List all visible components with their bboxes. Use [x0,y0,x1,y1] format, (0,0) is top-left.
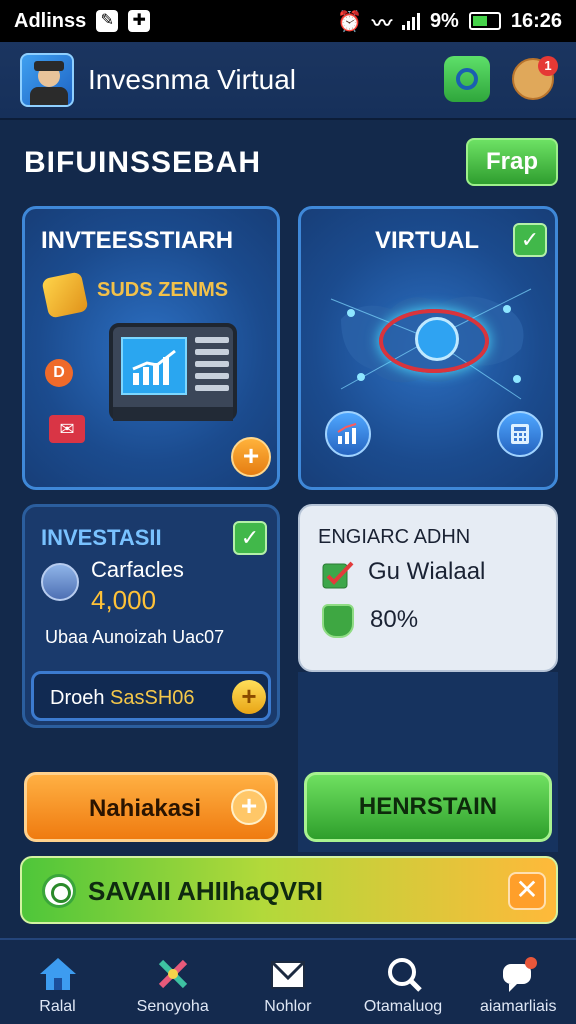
nav-item-chat[interactable]: aiamarliais [461,940,576,1024]
search-icon [387,958,422,992]
clock: 16:26 [510,9,562,32]
d-coin-icon: D [45,359,73,387]
investasi-amount: 4,000 [91,585,157,615]
banner-text: SAVAII AHIIhaQVRI [88,876,323,906]
investasi-description: Ubaa Aunoizah Uac07 [45,627,225,647]
input-prefix: Droeh [50,687,111,709]
frap-button[interactable]: Frap [466,138,558,186]
notification-badge: 1 [538,56,558,76]
calculator-icon[interactable] [497,411,543,457]
henrstain-button[interactable]: HENRSTAIN [304,772,552,842]
progress-card-title: ENGIARC ADHN [318,526,471,548]
cross-icon: ✚ [128,10,151,32]
battery-percent: 9% [429,9,459,32]
nav-label: Ralal [39,998,76,1015]
status-bar: Adlinss ✎ ✚ ⏰ 〰 9% 16:26 [0,0,576,42]
chart-icon[interactable] [325,411,371,457]
app-title: Invesnma Virtual [88,64,297,95]
close-banner-button[interactable]: ✕ [508,872,546,910]
chat-icon [502,957,537,992]
monitor-chart-icon [109,323,237,421]
investasi-label: Carfacles [91,557,184,582]
settings-button[interactable] [444,56,490,102]
investasi-detail-card: INVESTASII ✓ Carfacles 4,000 Ubaa Aunoiz… [22,504,280,728]
tools-icon [159,959,188,989]
edit-icon: ✎ [96,10,119,32]
promo-banner[interactable]: SAVAII AHIIhaQVRI ✕ [20,856,558,924]
carrier-label: Adlinss [14,9,87,32]
app-logo[interactable] [20,53,74,107]
check-icon: ✓ [513,223,547,257]
gear-icon [456,68,478,90]
progress-item-label: Gu Wialaal [368,558,486,585]
nav-label: Senoyoha [136,998,209,1015]
bottom-nav: Ralal Senoyoha Nohlor Otamaluog aiamarli… [0,938,576,1024]
progress-card: ENGIARC ADHN Gu Wialaal 80% [298,504,558,672]
investasi-detail-title: INVESTASII [41,525,162,550]
refresh-icon [415,317,459,361]
section-title: BIFUINSSEBAH [24,146,262,179]
nav-item-search[interactable]: Otamaluog [346,940,461,1024]
add-investasi-button[interactable]: + [231,437,271,477]
nav-label: Nohlor [264,998,312,1015]
add-amount-button[interactable]: + [232,680,266,714]
signal-icon [401,12,420,30]
alarm-icon: ⏰ [337,10,362,33]
nav-item-home[interactable]: Ralal [0,940,115,1024]
nahiakasi-label: Nahiakasi [89,795,202,822]
progress-percent: 80% [370,606,419,633]
profile-avatar[interactable]: 1 [512,56,558,100]
nav-item-tools[interactable]: Senoyoha [115,940,230,1024]
nahiakasi-button[interactable]: Nahiakasi + [24,772,278,842]
input-value: SasSH06 [110,687,195,709]
virtual-card[interactable]: VIRTUAL ✓ [298,206,558,490]
wifi-coin-icon [41,563,79,601]
virtual-card-title: VIRTUAL [375,227,479,254]
mail-icon: ✉ [49,415,85,443]
checkbox-icon [322,561,354,589]
nav-item-mail[interactable]: Nohlor [230,940,345,1024]
check-icon[interactable]: ✓ [233,521,267,555]
plus-icon: + [231,789,267,825]
mail-icon [271,960,306,989]
investasi-card[interactable]: INVTEESSTIARH SUDS ZENMS D ✉ + [22,206,280,490]
search-icon [42,874,76,908]
shield-icon [322,604,354,638]
investasi-input[interactable]: Droeh SasSH06 + [31,671,271,721]
coin-icon [41,271,89,319]
investasi-card-title: INVTEESSTIARH [41,227,234,254]
nav-label: Otamaluog [363,998,443,1015]
wifi-icon: 〰 [371,12,392,35]
app-header: Invesnma Virtual 1 [0,42,576,120]
nav-label: aiamarliais [480,998,557,1015]
home-icon [40,958,76,990]
battery-icon [468,12,501,30]
investasi-card-subtitle: SUDS ZENMS [97,279,229,301]
